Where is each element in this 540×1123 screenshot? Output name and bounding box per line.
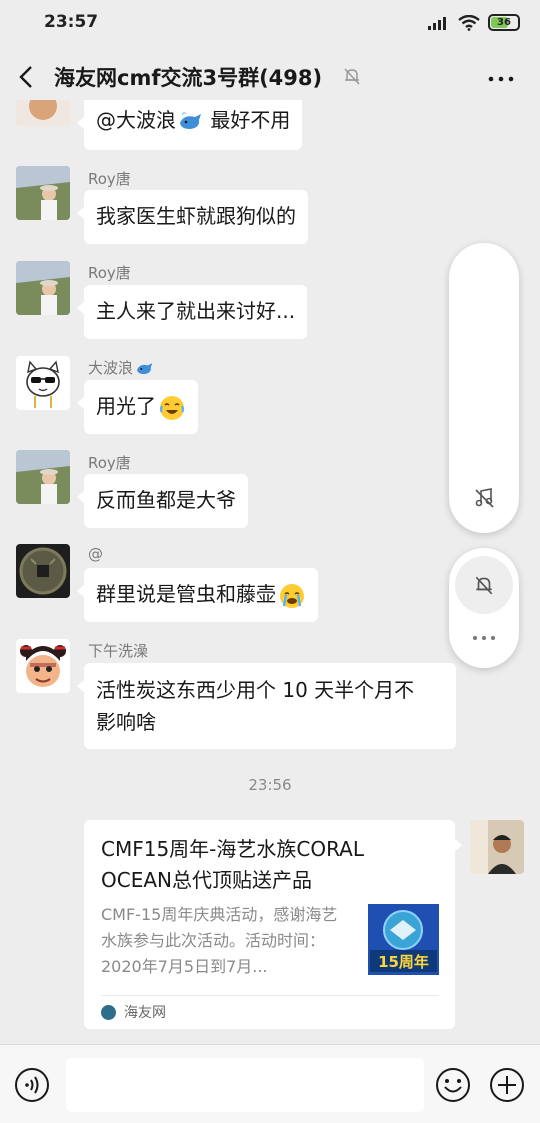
message-bubble[interactable]: 群里说是管虫和藤壶 bbox=[77, 568, 318, 622]
message-text: 我家医生虾就跟狗似的 bbox=[96, 204, 296, 228]
avatar[interactable] bbox=[16, 544, 70, 598]
link-card[interactable]: CMF15周年-海艺水族CORAL OCEAN总代顶贴送产品 CMF-15周年庆… bbox=[84, 820, 462, 1029]
back-icon[interactable] bbox=[12, 62, 42, 92]
message-input[interactable] bbox=[66, 1058, 424, 1112]
status-time: 23:57 bbox=[44, 12, 99, 32]
message-text: 用光了 bbox=[96, 394, 156, 418]
message-text: 群里说是管虫和藤壶 bbox=[96, 582, 276, 606]
mute-bell-icon bbox=[475, 576, 493, 595]
divider bbox=[101, 995, 439, 996]
more-icon[interactable] bbox=[471, 634, 497, 642]
message-text-suffix: 最好不用 bbox=[204, 108, 291, 132]
floating-control-panel[interactable] bbox=[449, 548, 519, 668]
message-bubble[interactable]: 反而鱼都是大爷 bbox=[77, 474, 248, 528]
message-text: 主人来了就出来讨好... bbox=[96, 299, 296, 323]
message-bubble[interactable]: 主人来了就出来讨好... bbox=[76, 285, 308, 339]
plus-icon[interactable] bbox=[489, 1067, 525, 1103]
voice-icon[interactable] bbox=[14, 1067, 50, 1103]
card-description: CMF-15周年庆典活动，感谢海艺水族参与此次活动。活动时间：2020年7月5日… bbox=[101, 905, 338, 976]
avatar[interactable] bbox=[16, 450, 70, 504]
battery-icon: 36 bbox=[488, 14, 520, 31]
laughing-tears-emoji-icon bbox=[159, 395, 185, 420]
sender-name: Roy唐 bbox=[88, 264, 131, 282]
wifi-icon bbox=[458, 14, 480, 31]
whale-emoji-icon bbox=[180, 111, 201, 129]
mute-bell-button[interactable] bbox=[455, 556, 513, 614]
emoji-icon[interactable] bbox=[435, 1067, 471, 1103]
my-avatar[interactable] bbox=[470, 820, 524, 874]
avatar[interactable] bbox=[16, 261, 70, 315]
avatar[interactable] bbox=[16, 100, 70, 126]
message-bubble[interactable]: @大波浪 最好不用 bbox=[76, 100, 303, 150]
avatar[interactable] bbox=[16, 166, 70, 220]
card-source: 海友网 bbox=[124, 1005, 166, 1021]
music-off-icon[interactable] bbox=[473, 487, 495, 509]
sender-name: @ bbox=[88, 545, 103, 563]
sender-name: 大波浪 bbox=[88, 357, 155, 378]
message-bubble[interactable]: 我家医生虾就跟狗似的 bbox=[77, 190, 308, 244]
mute-bell-icon bbox=[344, 68, 360, 85]
battery-level: 36 bbox=[497, 17, 511, 28]
input-bar bbox=[0, 1044, 540, 1123]
message-text-line: 活性炭这东西少用个 10 天半个月不 bbox=[96, 678, 415, 702]
card-title: CMF15周年-海艺水族CORAL OCEAN总代顶贴送产品 bbox=[101, 837, 365, 892]
message-bubble[interactable]: 用光了 bbox=[77, 380, 198, 434]
message-text: @大波浪 bbox=[96, 108, 176, 132]
sender-name-text: 大波浪 bbox=[88, 359, 134, 377]
title-bar: 海友网cmf交流3号群(498) bbox=[0, 44, 540, 106]
card-thumb-label: 15周年 bbox=[378, 953, 429, 971]
signal-icon bbox=[428, 16, 446, 30]
sender-name: Roy唐 bbox=[88, 454, 131, 472]
whale-emoji-icon bbox=[137, 362, 153, 374]
more-icon[interactable] bbox=[486, 64, 516, 94]
chat-title: 海友网cmf交流3号群(498) bbox=[54, 66, 323, 90]
timestamp: 23:56 bbox=[248, 776, 292, 794]
crying-emoji-icon bbox=[280, 583, 304, 608]
avatar[interactable] bbox=[16, 356, 70, 410]
message-bubble[interactable]: 活性炭这东西少用个 10 天半个月不 影响啥 bbox=[77, 663, 456, 749]
source-icon bbox=[101, 1005, 116, 1020]
message-text-line: 影响啥 bbox=[96, 710, 156, 734]
floating-music-panel[interactable] bbox=[449, 243, 519, 533]
sender-name: Roy唐 bbox=[88, 170, 131, 188]
avatar[interactable] bbox=[16, 639, 70, 693]
card-thumbnail: 15周年 bbox=[368, 904, 439, 975]
status-icons: 36 bbox=[428, 14, 520, 31]
status-bar: 23:57 36 bbox=[0, 0, 540, 44]
message-text: 反而鱼都是大爷 bbox=[96, 488, 236, 512]
sender-name: 下午洗澡 bbox=[88, 642, 149, 660]
